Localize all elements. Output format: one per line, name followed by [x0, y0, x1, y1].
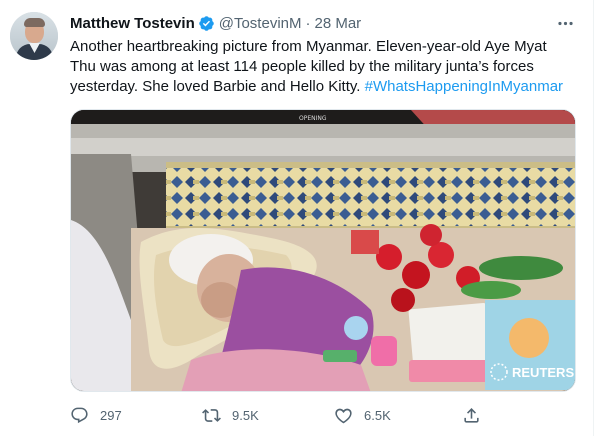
red-box [351, 230, 379, 254]
rose-1 [376, 244, 402, 270]
rose-leaves-2 [461, 281, 521, 299]
retweet-button[interactable]: 9.5K [202, 402, 334, 428]
share-button[interactable] [462, 402, 502, 428]
like-count: 6.5K [364, 407, 391, 423]
like-button[interactable]: 6.5K [334, 402, 462, 428]
avatar[interactable] [10, 12, 58, 60]
rose-6 [420, 224, 442, 246]
green-toy [323, 350, 357, 362]
tweet-header: Matthew Tostevin @TostevinM · 28 Mar [70, 13, 361, 33]
reply-icon [70, 406, 89, 425]
tweet-photo[interactable]: OPENING REUTERS [70, 109, 576, 392]
hashtag-link[interactable]: #WhatsHappeningInMyanmar [365, 78, 563, 95]
tweet-actions: 297 9.5K 6.5K [70, 402, 576, 428]
tweet-card[interactable]: Matthew Tostevin @TostevinM · 28 Mar Ano… [0, 0, 594, 436]
coffin-lid-text: OPENING [299, 115, 327, 122]
book-illustration [509, 318, 549, 358]
tweet-text: Another heartbreaking picture from Myanm… [70, 37, 576, 97]
verified-badge-icon [198, 15, 215, 32]
rose-2 [402, 261, 430, 289]
more-options-button[interactable] [553, 12, 577, 34]
heart-icon [334, 406, 353, 425]
header-separator: · [305, 14, 311, 32]
pink-toy [371, 336, 397, 366]
tweet-date[interactable]: 28 Mar [314, 15, 361, 32]
author-handle[interactable]: @TostevinM [219, 15, 302, 32]
pink-notebook [409, 360, 495, 382]
coffin-rim [71, 138, 575, 156]
woven-mat [166, 162, 575, 232]
author-name[interactable]: Matthew Tostevin [70, 15, 195, 32]
retweet-count: 9.5K [232, 407, 259, 423]
retweet-icon [202, 406, 221, 425]
reply-button[interactable]: 297 [70, 402, 198, 428]
avatar-hair [24, 18, 45, 27]
more-options-icon [556, 14, 575, 33]
mat-border-top [166, 162, 575, 168]
photo-canvas: OPENING REUTERS [71, 110, 575, 391]
reuters-watermark: REUTERS [512, 365, 574, 380]
reply-count: 297 [100, 407, 122, 423]
toy-figure [344, 316, 368, 340]
rose-leaves [479, 256, 563, 280]
share-icon [462, 406, 481, 425]
rose-4 [391, 288, 415, 312]
